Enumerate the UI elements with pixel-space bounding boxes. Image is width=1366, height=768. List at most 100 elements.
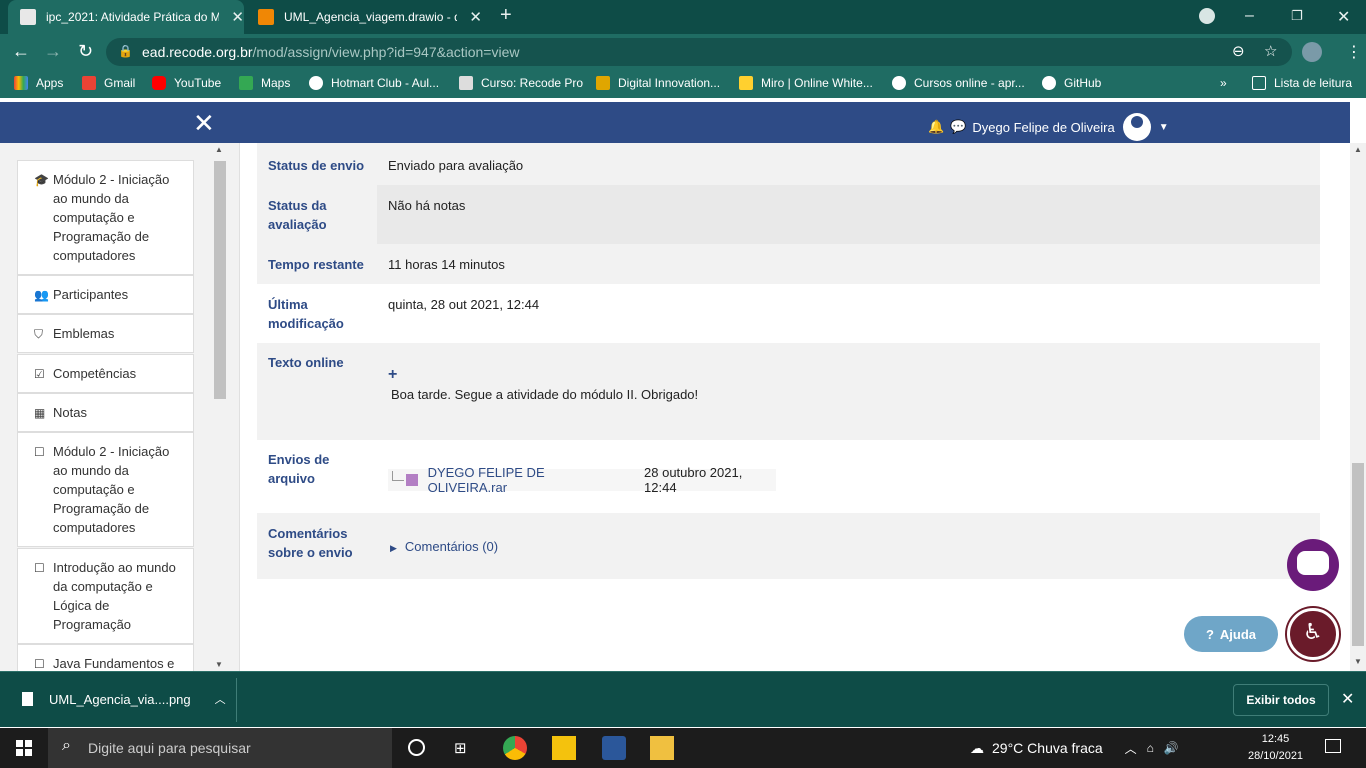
bookmark-miro[interactable]: Miro | Online White... <box>739 76 873 90</box>
folder-icon: ☐ <box>34 561 45 575</box>
gmail-icon <box>82 76 96 90</box>
caret-down-icon: ▼ <box>1158 121 1169 133</box>
network-icon[interactable]: ⌂ <box>1147 741 1154 755</box>
file-date: 28 outubro 2021, 12:44 <box>644 465 743 495</box>
tab-drawio[interactable]: UML_Agencia_viagem.drawio - d ✕ <box>246 0 482 34</box>
shield-icon: ⛉ <box>34 327 44 341</box>
graduation-cap-icon: 🎓 <box>34 173 49 187</box>
restore-icon[interactable]: ❐ <box>1291 8 1303 24</box>
avatar <box>1122 113 1151 141</box>
bookmark-gmail[interactable]: Gmail <box>82 76 135 90</box>
reload-icon[interactable]: ↻ <box>78 41 93 62</box>
close-downloads-icon[interactable]: ✕ <box>1341 689 1354 709</box>
chrome-taskbar-icon[interactable] <box>503 736 527 760</box>
folder-icon: ☐ <box>34 657 45 671</box>
app-taskbar-icon[interactable] <box>602 736 626 760</box>
miro-icon <box>739 76 753 90</box>
comments-toggle[interactable]: ▶ Comentários (0) <box>390 537 498 558</box>
cortana-icon[interactable] <box>408 739 425 756</box>
sidebar-item-course[interactable]: 🎓 Módulo 2 - Iniciação ao mundo da compu… <box>17 160 194 275</box>
sidebar-item-introducao[interactable]: ☐ Introdução ao mundo da computação e Ló… <box>17 548 194 644</box>
sidebar-item-competencias[interactable]: ☑ Competências <box>17 354 194 393</box>
folder-icon: ☐ <box>34 445 45 459</box>
bookmark-maps[interactable]: Maps <box>239 76 290 90</box>
lock-icon: 🔒 <box>118 44 133 58</box>
taskbar-search[interactable]: ⌕ Digite aqui para pesquisar <box>48 728 392 768</box>
user-menu[interactable]: 🔔 💬 Dyego Felipe de Oliveira ▼ <box>928 113 1169 141</box>
new-tab-icon[interactable]: + <box>500 4 512 27</box>
dio-icon <box>596 76 610 90</box>
row-value: 11 horas 14 minutos <box>388 257 505 272</box>
sidebar-item-java[interactable]: ☐ Java Fundamentos e <box>17 644 194 671</box>
row-label: Status de envio <box>268 158 365 173</box>
caret-right-icon: ▶ <box>390 543 397 553</box>
zoom-icon[interactable]: ⊖ <box>1232 42 1245 60</box>
row-value: quinta, 28 out 2021, 12:44 <box>388 297 540 312</box>
row-label: Texto online <box>268 355 344 370</box>
taskbar-clock[interactable]: 12:45 28/10/2021 <box>1248 731 1303 765</box>
bookmark-cursos[interactable]: Cursos online - apr... <box>892 76 1025 90</box>
scroll-up-icon[interactable]: ▲ <box>1354 145 1362 154</box>
sidebar-scroll-thumb[interactable] <box>214 161 226 399</box>
forward-icon[interactable]: → <box>44 41 62 62</box>
sidebar-item-modulo2[interactable]: ☐ Módulo 2 - Iniciação ao mundo da compu… <box>17 432 194 547</box>
accessibility-icon: ♿ <box>1303 619 1323 644</box>
show-all-button[interactable]: Exibir todos <box>1233 684 1329 716</box>
windows-start-icon[interactable] <box>16 740 32 756</box>
menu-kebab-icon[interactable]: ⋮ <box>1346 42 1362 62</box>
submitted-file-link[interactable]: DYEGO FELIPE DE OLIVEIRA.rar <box>428 465 624 495</box>
bookmarks-overflow-icon[interactable]: » <box>1220 76 1227 90</box>
minimize-icon[interactable]: – <box>1245 7 1254 25</box>
tree-branch-icon <box>392 471 404 481</box>
profile-menu-icon[interactable] <box>1199 8 1215 24</box>
chat-icon[interactable]: 💬 <box>950 119 966 135</box>
table-row: Texto online + Boa tarde. Segue a ativid… <box>257 343 1320 440</box>
profile-avatar-icon[interactable] <box>1302 42 1322 62</box>
tab-assignment[interactable]: ipc_2021: Atividade Prática do M ✕ <box>8 0 244 34</box>
download-item[interactable]: UML_Agencia_via....png ︿ <box>22 691 226 707</box>
sidebar-scrollbar[interactable]: ▲ ▼ <box>213 145 227 669</box>
task-view-icon[interactable]: ⊞ <box>454 739 467 757</box>
accessibility-button[interactable]: ♿ <box>1287 608 1339 660</box>
help-button[interactable]: ? Ajuda <box>1184 616 1278 652</box>
expand-plus-icon[interactable]: + <box>388 365 397 384</box>
weather-text[interactable]: 29°C Chuva fraca <box>992 740 1103 756</box>
chevron-up-icon[interactable]: ︿ <box>215 691 226 707</box>
reading-list[interactable]: Lista de leitura <box>1252 76 1352 90</box>
globe-icon <box>309 76 323 90</box>
scroll-down-icon[interactable]: ▼ <box>215 660 223 669</box>
close-tab-icon[interactable]: ✕ <box>231 8 244 26</box>
page-scrollbar[interactable]: ▲ ▼ <box>1350 143 1366 671</box>
bookmark-youtube[interactable]: YouTube <box>152 76 221 90</box>
sidebar-item-participantes[interactable]: 👥 Participantes <box>17 275 194 314</box>
tray-chevron-icon[interactable]: ︿ <box>1125 740 1137 757</box>
volume-icon[interactable]: 🔊 <box>1164 741 1179 755</box>
bookmark-dio[interactable]: Digital Innovation... <box>596 76 720 90</box>
sidebar-item-notas[interactable]: ▦ Notas <box>17 393 194 432</box>
chat-widget-button[interactable] <box>1287 539 1339 591</box>
tab-title: UML_Agencia_viagem.drawio - d <box>284 10 458 24</box>
notifications-icon[interactable] <box>1325 739 1341 753</box>
window-close-icon[interactable]: ✕ <box>1337 7 1350 27</box>
bookmark-hotmart[interactable]: Hotmart Club - Aul... <box>309 76 439 90</box>
page-scroll-thumb[interactable] <box>1352 463 1364 646</box>
address-bar[interactable]: 🔒 ead.recode.org.br/mod/assign/view.php?… <box>106 38 1292 66</box>
table-row: Status da avaliação Não há notas <box>257 185 1320 244</box>
user-name: Dyego Felipe de Oliveira <box>972 119 1115 135</box>
back-icon[interactable]: ← <box>12 41 30 62</box>
online-text-value: Boa tarde. Segue a atividade do módulo I… <box>391 387 699 402</box>
bookmark-recode[interactable]: Curso: Recode Pro <box>459 76 583 90</box>
users-icon: 👥 <box>34 288 49 302</box>
bookmark-github[interactable]: GitHub <box>1042 76 1101 90</box>
sidebar-item-emblemas[interactable]: ⛉ Emblemas <box>17 314 194 353</box>
scroll-up-icon[interactable]: ▲ <box>215 145 223 154</box>
bell-icon[interactable]: 🔔 <box>928 119 944 135</box>
sticky-notes-icon[interactable] <box>552 736 576 760</box>
bookmark-apps[interactable]: Apps <box>14 76 63 90</box>
bookmark-star-icon[interactable]: ☆ <box>1264 42 1277 60</box>
comments-link[interactable]: Comentários (0) <box>405 539 498 554</box>
close-drawer-icon[interactable]: ✕ <box>193 108 215 139</box>
scroll-down-icon[interactable]: ▼ <box>1354 657 1362 666</box>
close-tab-icon[interactable]: ✕ <box>469 8 482 26</box>
file-explorer-icon[interactable] <box>650 736 674 760</box>
